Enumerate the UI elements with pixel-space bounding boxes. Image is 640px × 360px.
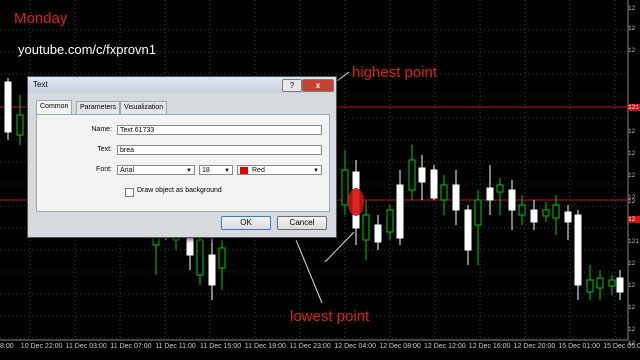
dialog-titlebar[interactable]: Text ? x [28,77,336,93]
text-properties-dialog: Text ? x Common Parameters Visualization… [27,76,337,238]
candle-body [474,199,482,226]
time-tick-label: 11 Dec 19:00 [244,343,286,350]
time-tick-label: 12 Dec 20:00 [513,343,556,350]
time-tick-label: 11 Dec 03:00 [65,343,107,350]
color-select[interactable]: Red ▼ [237,165,322,175]
chevron-down-icon: ▼ [313,168,319,174]
candle-body [496,184,504,193]
close-button[interactable]: x [302,79,334,92]
price-tick-label: 121 [628,238,639,245]
background-checkbox[interactable] [125,188,134,197]
dialog-title: Text [33,80,48,89]
name-field[interactable]: Text 61733 [117,125,322,135]
candle-body [586,279,594,293]
candle-body [564,211,572,223]
candle-body [208,254,216,286]
time-tick-label: 11 Dec 07:00 [110,343,152,350]
tab-common[interactable]: Common [36,100,73,114]
candle-body [616,277,624,293]
candle-body [440,184,448,201]
candle-body [362,214,370,241]
candle-body [542,209,550,217]
time-tick-label: 8:00 [0,343,14,350]
background-checkbox-label: Draw object as background [137,187,222,194]
tab-visualization[interactable]: Visualization [120,101,168,114]
candle-body [486,187,494,201]
price-tick-label: 12 [628,304,636,311]
candle-body [386,209,394,233]
price-tick-label: 12 [628,47,636,54]
help-button[interactable]: ? [282,79,302,92]
font-size-value: 18 [202,167,210,174]
price-tag-highlight: 121 [628,104,640,111]
candle-body [452,184,460,211]
name-label: Name: [91,126,112,133]
candle-body [418,167,426,183]
chevron-down-icon: ▼ [224,168,230,174]
font-size-select[interactable]: 18 ▼ [199,165,233,175]
time-tick-label: 11 Dec 15:00 [200,343,242,350]
candle-body [508,189,516,211]
candle-body [530,209,538,223]
text-field[interactable]: brea [117,145,322,155]
candle-body [608,279,616,287]
candle-body [374,224,382,243]
time-tick-label: 15 Dec 01:00 [558,343,601,350]
ok-button[interactable]: OK [221,216,271,230]
time-tick-label: 12 Dec 12:00 [424,343,466,350]
text-label: Text: [97,146,112,153]
cancel-button[interactable]: Cancel [277,216,327,230]
channel-watermark: youtube.com/c/fxprovn1 [18,42,157,57]
font-select-value: Arial [120,167,135,174]
price-tick-label: 12 [628,128,636,135]
chevron-down-icon: ▼ [186,168,192,174]
highest-point-label: highest point [352,64,438,81]
candle-body [552,204,560,219]
candle-body [218,247,226,269]
candle-body [464,209,472,251]
tab-parameters[interactable]: Parameters [76,101,121,114]
highlight-marker [348,188,364,216]
lowest-point-label: lowest point [290,308,370,325]
price-tick-label: 12 [628,5,636,12]
time-tick-label: 12 Dec 04:00 [334,343,377,350]
price-tick-label: 12 [628,260,636,267]
color-swatch [240,166,248,174]
candle-body [430,169,438,199]
candle-body [518,204,526,216]
time-tick-label: 10 Dec 22:00 [20,343,63,350]
candle-body [16,114,24,136]
time-tick-label: 15 Dec 05:00 [603,343,640,350]
candle-body [408,159,416,191]
candle-body [574,214,582,286]
candle-body [341,169,349,206]
candle-body [196,239,204,276]
candle-body [4,81,12,133]
time-tick-label: 12 Dec 16:00 [468,343,511,350]
price-tick-label: 12 [628,172,636,179]
common-panel: Name: Text 61733 Text: brea Font: Arial … [36,114,330,212]
font-select[interactable]: Arial ▼ [117,165,195,175]
candle-body [596,277,604,289]
time-tick-label: 11 Dec 11:00 [155,343,196,350]
day-label: Monday [14,10,68,27]
time-tick-label: 11 Dec 23:00 [289,343,331,350]
time-tick-label: 12 Dec 08:00 [379,343,421,350]
price-tick-label: 12 [628,282,636,289]
price-tick-label: 12 [628,150,636,157]
price-tag-highlight: 12 [628,216,640,223]
price-tick-label: 12 [628,25,636,32]
candle-body [396,184,404,239]
color-select-value: Red [252,167,265,174]
price-tick-label: 12 [628,326,636,333]
font-label: Font: [96,166,112,173]
price-tick-label: 12 [628,198,636,205]
